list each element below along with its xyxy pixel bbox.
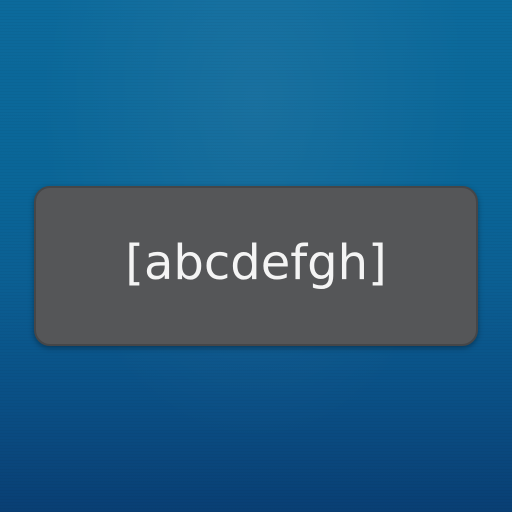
toast-message: [abcdefgh] xyxy=(125,235,387,291)
toast-popup: [abcdefgh] xyxy=(34,186,478,346)
